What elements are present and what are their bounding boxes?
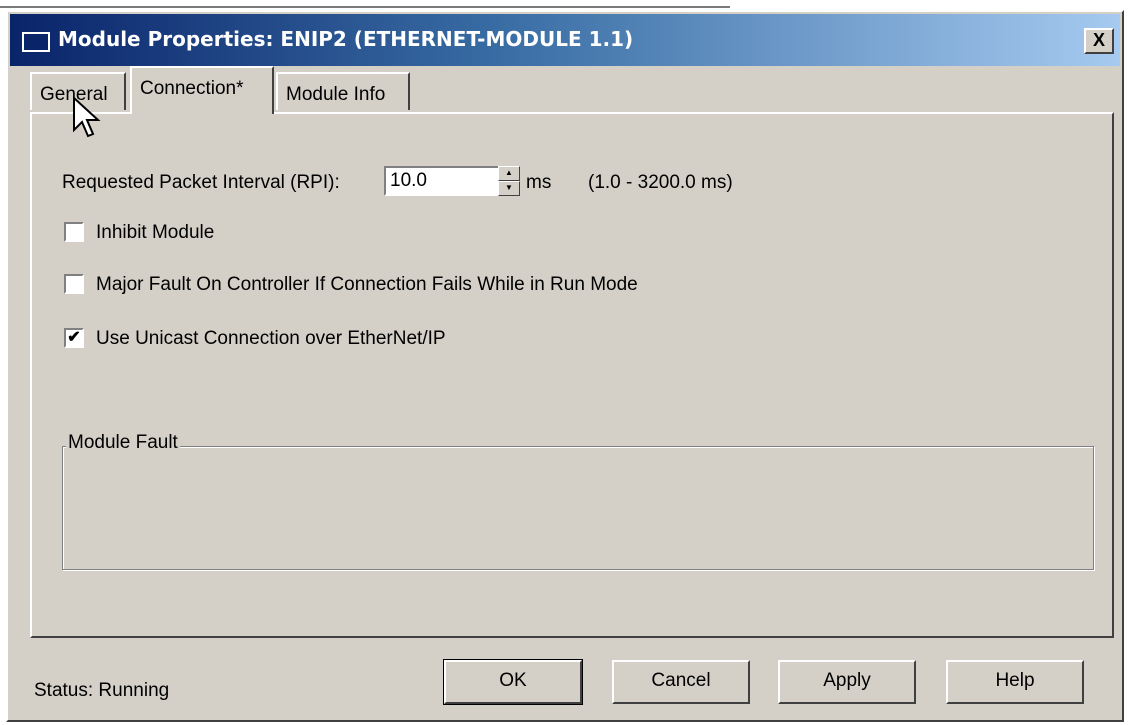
- inhibit-module-checkbox[interactable]: [64, 222, 84, 242]
- rpi-label: Requested Packet Interval (RPI):: [62, 172, 340, 193]
- unicast-connection-label[interactable]: Use Unicast Connection over EtherNet/IP: [96, 328, 446, 350]
- major-fault-label[interactable]: Major Fault On Controller If Connection …: [96, 274, 638, 296]
- mouse-pointer-icon: [73, 96, 101, 138]
- module-fault-label: Module Fault: [66, 432, 180, 454]
- tab-connection[interactable]: Connection*: [130, 66, 274, 114]
- major-fault-checkbox[interactable]: [64, 274, 84, 294]
- rpi-unit: ms: [526, 172, 552, 193]
- window-title: Module Properties: ENIP2 (ETHERNET-MODUL…: [58, 27, 634, 51]
- close-button[interactable]: X: [1084, 28, 1114, 54]
- title-bar[interactable]: Module Properties: ENIP2 (ETHERNET-MODUL…: [10, 14, 1120, 66]
- apply-button[interactable]: Apply: [778, 660, 916, 704]
- rpi-input[interactable]: 10.0: [384, 166, 500, 196]
- tab-module-info[interactable]: Module Info: [276, 72, 410, 110]
- module-fault-group: [62, 446, 1094, 570]
- unicast-connection-checkbox[interactable]: ✔: [64, 328, 84, 348]
- rpi-spinner[interactable]: ▲ ▼: [498, 166, 520, 196]
- help-button[interactable]: Help: [946, 660, 1084, 704]
- background-strip: [0, 0, 1128, 10]
- check-mark-icon: ✔: [67, 329, 81, 346]
- inhibit-module-label[interactable]: Inhibit Module: [96, 222, 214, 244]
- cancel-button[interactable]: Cancel: [612, 660, 750, 704]
- spin-down-icon[interactable]: ▼: [498, 181, 520, 196]
- ok-button[interactable]: OK: [443, 659, 583, 705]
- rpi-range: (1.0 - 3200.0 ms): [588, 172, 733, 193]
- status-text: Status: Running: [34, 680, 170, 701]
- spin-up-icon[interactable]: ▲: [498, 166, 520, 181]
- window-icon: [22, 32, 50, 52]
